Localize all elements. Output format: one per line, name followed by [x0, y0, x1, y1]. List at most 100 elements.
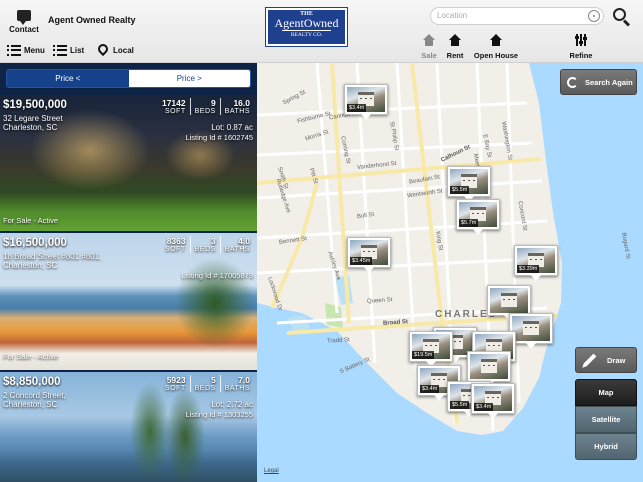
listing-lot-size: Lot: 0.87 ac	[211, 123, 253, 132]
menu-label: Menu	[24, 45, 45, 55]
sliders-icon	[575, 34, 587, 46]
listing-address-line-2: Charleston, SC	[3, 261, 58, 270]
baths-label: BATHS	[224, 385, 250, 392]
listing-card[interactable]: $8,850,000 2 Concord Street, Charleston,…	[0, 372, 257, 482]
listing-map-marker[interactable]: $5.7m	[456, 199, 500, 235]
sqft-label: SOFT	[164, 246, 186, 253]
list-icon	[53, 44, 67, 56]
listing-stats: 8363 SOFT 3 BEDS 4.0 BATHS	[161, 236, 254, 253]
sort-price-descending[interactable]: Price >	[128, 70, 250, 87]
open-house-icon	[490, 34, 502, 46]
listing-map-marker[interactable]: $3.39m	[514, 245, 558, 281]
refine-button[interactable]: Refine	[566, 34, 596, 60]
location-search-input[interactable]: Location	[430, 7, 604, 25]
app-window: Contact Agent Owned Realty THE AgentOwne…	[0, 0, 643, 482]
logo-line-2: AgentOwned	[274, 16, 339, 30]
refresh-icon	[567, 76, 578, 88]
open-house-label: Open House	[473, 51, 519, 60]
listing-map-marker[interactable]	[467, 351, 511, 387]
listing-beds: 3	[210, 236, 216, 246]
listing-map-marker[interactable]: $3.4m	[471, 383, 515, 419]
top-toolbar: Contact Agent Owned Realty THE AgentOwne…	[0, 0, 643, 63]
logo-line-3: REALTY CO.	[282, 30, 331, 38]
marker-price: $19.5m	[412, 351, 435, 359]
map-type-map[interactable]: Map	[575, 379, 637, 406]
marker-price: $3.39m	[517, 265, 540, 273]
rent-label: Rent	[446, 51, 464, 60]
rent-filter-button[interactable]: Rent	[444, 34, 466, 60]
listing-beds: 9	[210, 98, 216, 108]
list-button[interactable]: List	[53, 42, 84, 58]
listing-map-marker[interactable]: $3.45m	[347, 237, 391, 273]
sqft-label: SOFT	[164, 385, 186, 392]
listing-sqft: 5923	[166, 375, 186, 385]
map-type-satellite[interactable]: Satellite	[575, 406, 637, 433]
beds-label: BEDS	[194, 108, 216, 115]
listing-stats: 17142 SOFT 9 BEDS 16.0 BATHS	[158, 98, 254, 115]
local-button[interactable]: Local	[95, 41, 134, 58]
sale-label: Sale	[421, 51, 437, 60]
sqft-label: SOFT	[164, 108, 186, 115]
search-again-label: Search Again	[585, 77, 633, 87]
marker-price: $3.4m	[474, 403, 494, 411]
house-key-icon	[449, 34, 461, 46]
baths-label: BATHS	[224, 246, 250, 253]
current-location-icon[interactable]	[588, 10, 600, 22]
listing-map-marker[interactable]: $3.4m	[344, 84, 388, 120]
hamburger-icon	[7, 44, 21, 56]
house-icon	[423, 34, 435, 46]
listing-address-line-2: Charleston, SC	[3, 123, 58, 132]
beds-label: BEDS	[194, 246, 216, 253]
location-pin-icon	[95, 41, 111, 57]
local-label: Local	[113, 45, 134, 55]
listing-map-marker[interactable]: $19.5m	[409, 331, 453, 367]
listing-address-line-1: 18 Broad Street #801 #801,	[3, 252, 102, 261]
listing-sqft: 17142	[161, 98, 186, 108]
listing-price: $16,500,000	[3, 237, 67, 249]
search-again-button[interactable]: Search Again	[560, 69, 637, 95]
beds-label: BEDS	[194, 385, 216, 392]
map-view[interactable]: Spring St Morris St Cannon St Coming St …	[257, 63, 643, 482]
legal-link[interactable]: Legal	[264, 468, 279, 474]
listing-map-marker[interactable]	[487, 285, 531, 321]
listing-status: For Sale - Active	[3, 352, 59, 361]
marker-price: $5.5m	[450, 401, 470, 409]
listing-baths: 7.0	[238, 375, 250, 385]
listing-status: For Sale - Active	[3, 216, 59, 225]
listing-card[interactable]: $19,500,000 32 Legare Street Charleston,…	[0, 95, 257, 231]
price-sort-control: Price < Price >	[6, 69, 251, 88]
draw-button[interactable]: Draw	[575, 347, 637, 373]
menu-button[interactable]: Menu	[7, 42, 45, 58]
draw-label: Draw	[607, 355, 626, 365]
listing-id: Listing Id # 1602745	[185, 133, 253, 142]
listing-id: Listing Id # 1303255	[185, 410, 253, 419]
listing-panel: Price < Price > $19,500,000 32 Legare St…	[0, 63, 257, 482]
listing-stats: 5923 SOFT 5 BEDS 7.0 BATHS	[161, 375, 254, 392]
listing-baths: 16.0	[233, 98, 250, 108]
open-house-filter-button[interactable]: Open House	[472, 34, 520, 60]
refine-label: Refine	[569, 51, 593, 60]
listing-card[interactable]: $16,500,000 18 Broad Street #801 #801, C…	[0, 233, 257, 370]
listing-price: $8,850,000	[3, 376, 61, 388]
list-label: List	[70, 45, 85, 55]
chat-bubble-icon	[17, 10, 31, 25]
listing-address-line-1: 32 Legare Street	[3, 114, 63, 123]
listing-address-line-1: 2 Concord Street,	[3, 391, 66, 400]
listing-beds: 5	[210, 375, 216, 385]
listing-id: Listing Id # 17005879	[181, 271, 253, 280]
marker-price: $3.45m	[350, 257, 373, 265]
listing-map-marker[interactable]: $5.5m	[447, 166, 491, 202]
brand-name: Agent Owned Realty	[48, 15, 136, 25]
baths-label: BATHS	[224, 108, 250, 115]
listing-sqft: 8363	[166, 236, 186, 246]
agent-owned-logo[interactable]: THE AgentOwned REALTY CO.	[265, 7, 348, 47]
sale-filter-button[interactable]: Sale	[419, 34, 439, 60]
contact-button[interactable]: Contact	[8, 8, 40, 34]
listing-lot-size: Lot: 2.72 ac	[211, 400, 253, 409]
search-icon[interactable]	[612, 7, 632, 27]
marker-price: $3.4m	[420, 385, 440, 393]
listing-address-line-2: Charleston, SC	[3, 400, 58, 409]
sort-price-ascending[interactable]: Price <	[7, 70, 129, 87]
search-placeholder: Location	[437, 11, 468, 20]
map-type-hybrid[interactable]: Hybrid	[575, 433, 637, 460]
